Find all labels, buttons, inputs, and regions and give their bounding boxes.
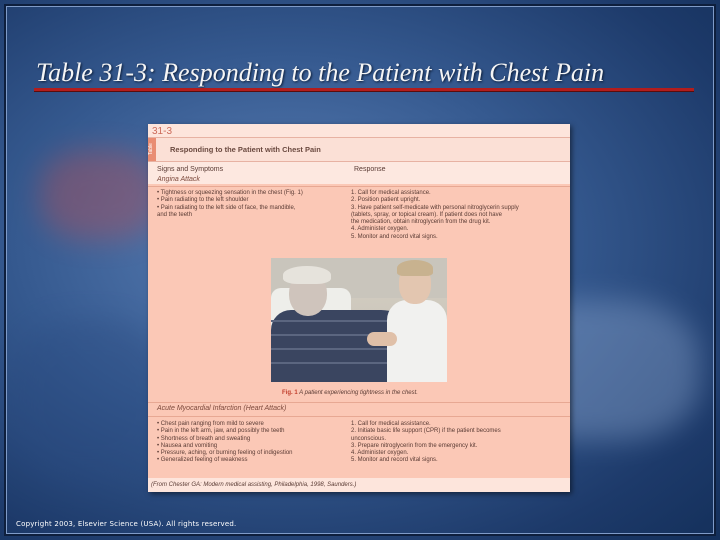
figure-caption-text: A patient experiencing tightness in the … xyxy=(299,390,418,396)
table-tag: Table xyxy=(148,138,156,161)
table-top-bar: 31-3 xyxy=(148,124,570,137)
list-item: • Nausea and vomiting xyxy=(157,442,218,449)
list-item: (tablets, spray, or topical cream). If p… xyxy=(351,211,502,218)
table-image: 31-3 Table Responding to the Patient wit… xyxy=(148,124,570,492)
ami-response-list: 1. Call for medical assistance. 2. Initi… xyxy=(351,421,565,465)
list-item: and the teeth xyxy=(157,211,193,218)
list-item: • Tightness or squeezing sensation in th… xyxy=(157,190,303,196)
list-item: • Pain radiating to the left shoulder xyxy=(157,197,249,204)
list-item: 5. Monitor and record vital signs. xyxy=(351,233,438,240)
list-item: the medication, obtain nitroglycerin fro… xyxy=(351,219,491,226)
angina-signs-list: • Tightness or squeezing sensation in th… xyxy=(157,190,347,219)
list-item: • Chest pain ranging from mild to severe xyxy=(157,421,264,427)
list-item: 2. Initiate basic life support (CPR) if … xyxy=(351,428,501,435)
table-header: Table Responding to the Patient with Che… xyxy=(148,137,570,162)
figure-number: Fig. 1 xyxy=(282,390,298,396)
figure-caption: Fig. 1 A patient experiencing tightness … xyxy=(282,390,418,396)
photo-nurse-hand xyxy=(367,332,397,346)
table-title: Responding to the Patient with Chest Pai… xyxy=(170,145,321,154)
table-number: 31-3 xyxy=(152,126,173,137)
list-item: 2. Position patient upright. xyxy=(351,197,421,204)
list-item: 1. Call for medical assistance. xyxy=(351,190,431,196)
copyright-text: Copyright 2003, Elsevier Science (USA). … xyxy=(16,520,237,528)
photo-patient-hair xyxy=(283,266,331,284)
section-heading-angina: Angina Attack xyxy=(157,176,200,183)
background-blur-red xyxy=(40,150,160,240)
section-heading-ami: Acute Myocardial Infarction (Heart Attac… xyxy=(157,405,287,412)
patient-photo xyxy=(271,258,447,382)
column-headers: Signs and Symptoms Response xyxy=(148,162,570,184)
list-item: 1. Call for medical assistance. xyxy=(351,421,431,427)
list-item: • Pain radiating to the left side of fac… xyxy=(157,204,296,211)
section-divider xyxy=(148,402,570,403)
photo-nurse-hair xyxy=(397,260,433,276)
list-item: 5. Monitor and record vital signs. xyxy=(351,457,438,464)
section-divider xyxy=(148,186,570,187)
list-item: • Pain in the left arm, jaw, and possibl… xyxy=(157,428,285,435)
background-blur-dark xyxy=(10,320,170,480)
section-divider xyxy=(148,416,570,417)
list-item: 4. Administer oxygen. xyxy=(351,450,409,457)
table-source: (From Chester GA: Modern medical assisti… xyxy=(148,478,570,492)
list-item: 4. Administer oxygen. xyxy=(351,226,409,233)
list-item: 3. Have patient self-medicate with perso… xyxy=(351,204,519,211)
list-item: unconscious. xyxy=(351,435,387,442)
list-item: • Generalized feeling of weakness xyxy=(157,457,248,464)
title-underline xyxy=(34,88,694,91)
angina-response-list: 1. Call for medical assistance. 2. Posit… xyxy=(351,190,565,241)
ami-signs-list: • Chest pain ranging from mild to severe… xyxy=(157,421,347,465)
list-item: 3. Prepare nitroglycerin from the emerge… xyxy=(351,442,478,449)
column-header-signs: Signs and Symptoms xyxy=(157,166,224,173)
slide-title: Table 31-3: Responding to the Patient wi… xyxy=(36,58,605,87)
list-item: • Shortness of breath and sweating xyxy=(157,435,251,442)
column-header-response: Response xyxy=(354,166,386,173)
list-item: • Pressure, aching, or burning feeling o… xyxy=(157,450,293,457)
